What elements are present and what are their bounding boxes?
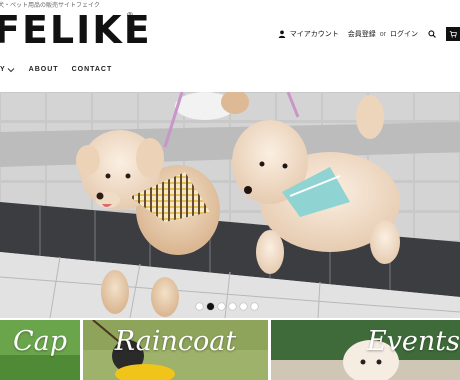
register-link[interactable]: 会員登録	[348, 29, 376, 39]
category-label-raincoat: Raincoat	[114, 326, 237, 357]
nav-item-category[interactable]: Y	[0, 66, 6, 73]
chevron-down-icon[interactable]	[7, 67, 15, 73]
slider-dot[interactable]	[251, 303, 258, 310]
slider-dot[interactable]	[207, 303, 214, 310]
slider-pagination	[196, 303, 258, 310]
search-icon[interactable]	[428, 30, 436, 38]
account-bar: マイアカウント 会員登録 or ログイン	[278, 27, 460, 41]
nav-item-contact[interactable]: CONTACT	[72, 66, 113, 73]
category-tile-cap[interactable]: Cap	[0, 320, 80, 380]
category-label-cap: Cap	[12, 326, 68, 357]
slider-dot[interactable]	[229, 303, 236, 310]
main-nav: Y ABOUT CONTACT	[0, 66, 125, 73]
slider-dot[interactable]	[196, 303, 203, 310]
person-icon	[278, 30, 285, 38]
category-label-events: Events	[366, 326, 460, 357]
category-tile-events[interactable]: Events	[271, 320, 460, 380]
slider-dot[interactable]	[240, 303, 247, 310]
or-separator: or	[379, 30, 386, 38]
registered-mark: ®	[127, 11, 133, 20]
hero-slider[interactable]	[0, 92, 460, 318]
login-link[interactable]: ログイン	[390, 29, 418, 39]
cart-icon	[449, 31, 457, 38]
category-tile-raincoat[interactable]: Raincoat	[83, 320, 268, 380]
nav-item-about[interactable]: ABOUT	[29, 66, 59, 73]
hero-image-two-poodles	[0, 92, 460, 318]
category-tiles: Cap Raincoat Events	[0, 320, 460, 380]
cart-button[interactable]	[446, 27, 460, 41]
my-account-link[interactable]: マイアカウント	[290, 29, 339, 39]
slider-dot[interactable]	[218, 303, 225, 310]
